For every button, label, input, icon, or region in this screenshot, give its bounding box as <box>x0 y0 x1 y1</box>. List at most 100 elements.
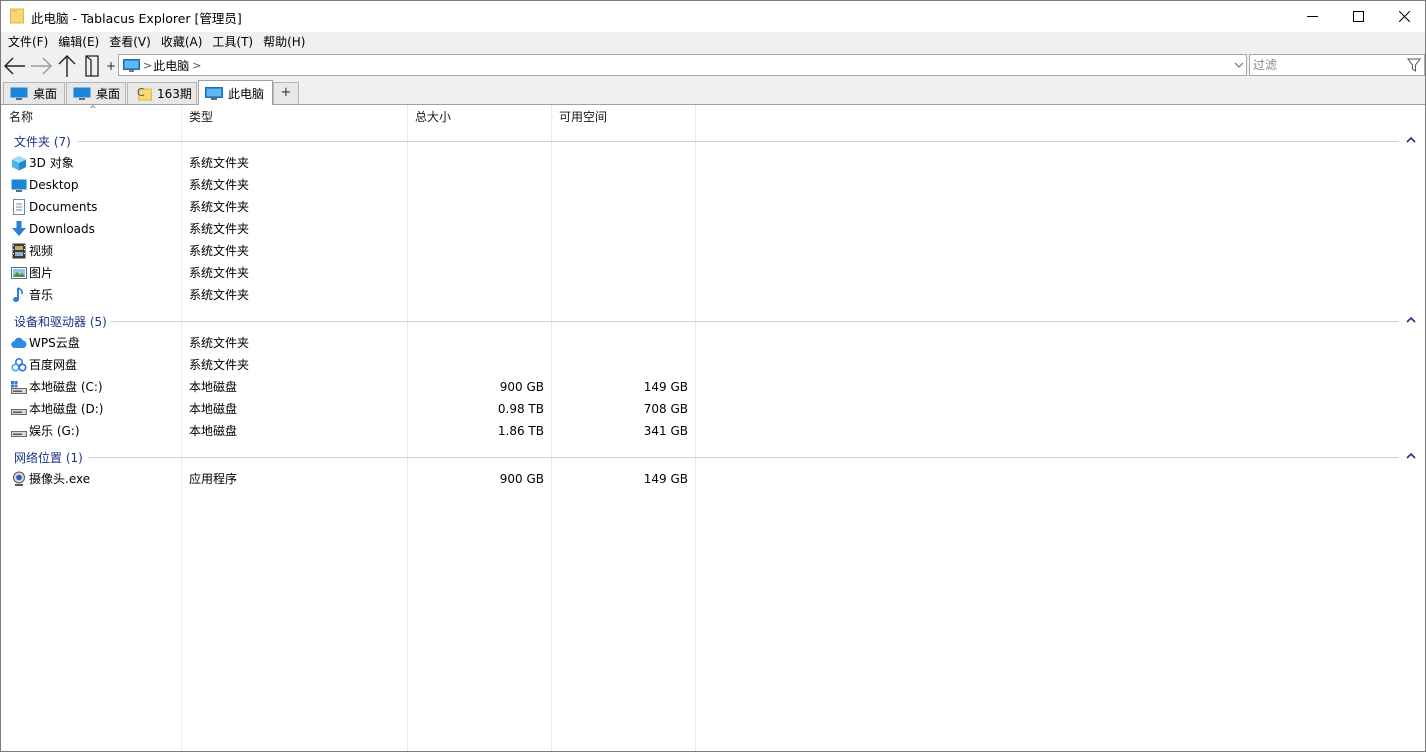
group-label: 文件夹 (7) <box>14 135 71 149</box>
list-item[interactable]: 音乐 系统文件夹 <box>1 284 1425 306</box>
folder-icon <box>10 8 24 24</box>
up-button[interactable] <box>55 53 79 78</box>
item-name: 娱乐 (G:) <box>29 424 80 438</box>
list-item[interactable]: Documents 系统文件夹 <box>1 196 1425 218</box>
menu-bar: 文件(F) 编辑(E) 查看(V) 收藏(A) 工具(T) 帮助(H) <box>1 32 1425 52</box>
group-divider <box>111 321 1399 322</box>
title-bar[interactable]: 此电脑 - Tablacus Explorer [管理员] <box>1 1 1425 32</box>
drive-icon <box>11 409 27 415</box>
breadcrumb-separator[interactable]: > <box>143 59 152 72</box>
item-type: 本地磁盘 <box>189 424 238 438</box>
item-type: 应用程序 <box>189 472 238 486</box>
forward-button[interactable] <box>29 53 53 78</box>
tab-label: 此电脑 <box>228 86 265 101</box>
chevron-down-icon[interactable] <box>1234 59 1244 71</box>
minimize-button[interactable] <box>1289 1 1335 32</box>
app-window: 此电脑 - Tablacus Explorer [管理员] 文件(F) 编辑(E… <box>0 0 1426 752</box>
drive-icon <box>11 431 27 437</box>
menu-favorites[interactable]: 收藏(A) <box>156 32 208 52</box>
item-free-space: 149 GB <box>643 472 688 486</box>
group-header-folders[interactable]: 文件夹 (7) <box>1 130 1425 152</box>
close-button[interactable] <box>1381 1 1426 32</box>
item-free-space: 149 GB <box>643 380 688 394</box>
chevron-up-icon[interactable] <box>1405 449 1417 463</box>
document-icon <box>85 54 99 77</box>
tab-163[interactable]: C 163期 <box>127 82 197 104</box>
item-total-size: 900 GB <box>499 472 544 486</box>
item-name: 百度网盘 <box>29 358 78 372</box>
item-type: 系统文件夹 <box>189 358 250 372</box>
list-item[interactable]: Desktop 系统文件夹 <box>1 174 1425 196</box>
tab-label: 桌面 <box>33 87 58 101</box>
menu-view[interactable]: 查看(V) <box>104 32 156 52</box>
pictures-icon <box>11 267 27 279</box>
item-type: 系统文件夹 <box>189 266 250 280</box>
list-item[interactable]: 本地磁盘 (D:) 本地磁盘 0.98 TB 708 GB <box>1 398 1425 420</box>
add-button[interactable]: + <box>105 53 117 78</box>
item-type: 系统文件夹 <box>189 156 250 170</box>
tab-desktop-1[interactable]: 桌面 <box>3 82 65 104</box>
file-list[interactable]: ^ 名称 类型 总大小 可用空间 文件夹 (7) 3D 对象 系统文件夹 Des… <box>1 105 1425 751</box>
menu-edit[interactable]: 编辑(E) <box>53 32 104 52</box>
item-type: 系统文件夹 <box>189 288 250 302</box>
wps-cloud-icon <box>11 337 27 349</box>
column-header-free[interactable]: 可用空间 <box>552 105 695 129</box>
item-total-size: 900 GB <box>499 380 544 394</box>
3d-objects-icon <box>12 156 26 171</box>
group-header-devices[interactable]: 设备和驱动器 (5) <box>1 310 1425 332</box>
address-bar[interactable]: > 此电脑 > <box>118 54 1247 76</box>
list-item[interactable]: 3D 对象 系统文件夹 <box>1 152 1425 174</box>
item-free-space: 341 GB <box>643 424 688 438</box>
back-button[interactable] <box>2 53 28 78</box>
new-tab-button[interactable] <box>81 53 103 78</box>
maximize-icon <box>1352 11 1364 22</box>
list-item[interactable]: Downloads 系统文件夹 <box>1 218 1425 240</box>
downloads-icon <box>12 221 26 236</box>
funnel-icon[interactable] <box>1407 58 1421 72</box>
group-divider <box>88 457 1399 458</box>
minimize-icon <box>1306 16 1318 17</box>
maximize-button[interactable] <box>1335 1 1381 32</box>
item-free-space: 708 GB <box>643 402 688 416</box>
tab-label: 桌面 <box>96 87 121 101</box>
tab-desktop-2[interactable]: 桌面 <box>66 82 126 104</box>
menu-file[interactable]: 文件(F) <box>3 32 53 52</box>
item-type: 系统文件夹 <box>189 200 250 214</box>
group-header-network[interactable]: 网络位置 (1) <box>1 446 1425 468</box>
list-item[interactable]: 视频 系统文件夹 <box>1 240 1425 262</box>
videos-icon <box>12 243 26 259</box>
item-type: 系统文件夹 <box>189 244 250 258</box>
menu-tools[interactable]: 工具(T) <box>207 32 258 52</box>
menu-help[interactable]: 帮助(H) <box>258 32 310 52</box>
list-item[interactable]: WPS云盘 系统文件夹 <box>1 332 1425 354</box>
item-name: WPS云盘 <box>29 336 80 350</box>
tab-bar: 桌面 桌面 C 163期 此电脑 + <box>1 79 1425 105</box>
computer-icon <box>205 86 223 100</box>
new-tab-plus-button[interactable]: + <box>273 82 299 104</box>
list-item[interactable]: 娱乐 (G:) 本地磁盘 1.86 TB 341 GB <box>1 420 1425 442</box>
item-name: 本地磁盘 (C:) <box>29 380 103 394</box>
tab-this-pc[interactable]: 此电脑 <box>198 80 273 105</box>
item-name: Downloads <box>29 222 95 236</box>
documents-icon <box>13 199 25 215</box>
list-item[interactable]: 摄像头.exe 应用程序 900 GB 149 GB <box>1 468 1425 490</box>
chevron-up-icon[interactable] <box>1405 133 1417 147</box>
column-header-type[interactable]: 类型 <box>182 105 407 129</box>
column-header-name[interactable]: 名称 <box>1 105 181 129</box>
list-item[interactable]: 本地磁盘 (C:) 本地磁盘 900 GB 149 GB <box>1 376 1425 398</box>
item-name: Documents <box>29 200 98 214</box>
filter-box[interactable] <box>1249 54 1425 76</box>
item-type: 本地磁盘 <box>189 380 238 394</box>
chevron-up-icon[interactable] <box>1405 313 1417 327</box>
column-header-size[interactable]: 总大小 <box>408 105 551 129</box>
filter-input[interactable] <box>1250 55 1400 75</box>
list-item[interactable]: 图片 系统文件夹 <box>1 262 1425 284</box>
item-name: 视频 <box>29 244 54 258</box>
arrow-up-icon <box>58 54 76 77</box>
list-item[interactable]: 百度网盘 系统文件夹 <box>1 354 1425 376</box>
item-total-size: 1.86 TB <box>497 424 544 438</box>
breadcrumb-this-pc[interactable]: 此电脑 <box>153 57 189 74</box>
baidu-netdisk-icon <box>11 357 27 372</box>
item-name: 本地磁盘 (D:) <box>29 402 104 416</box>
breadcrumb-separator-trailing[interactable]: > <box>192 59 201 72</box>
